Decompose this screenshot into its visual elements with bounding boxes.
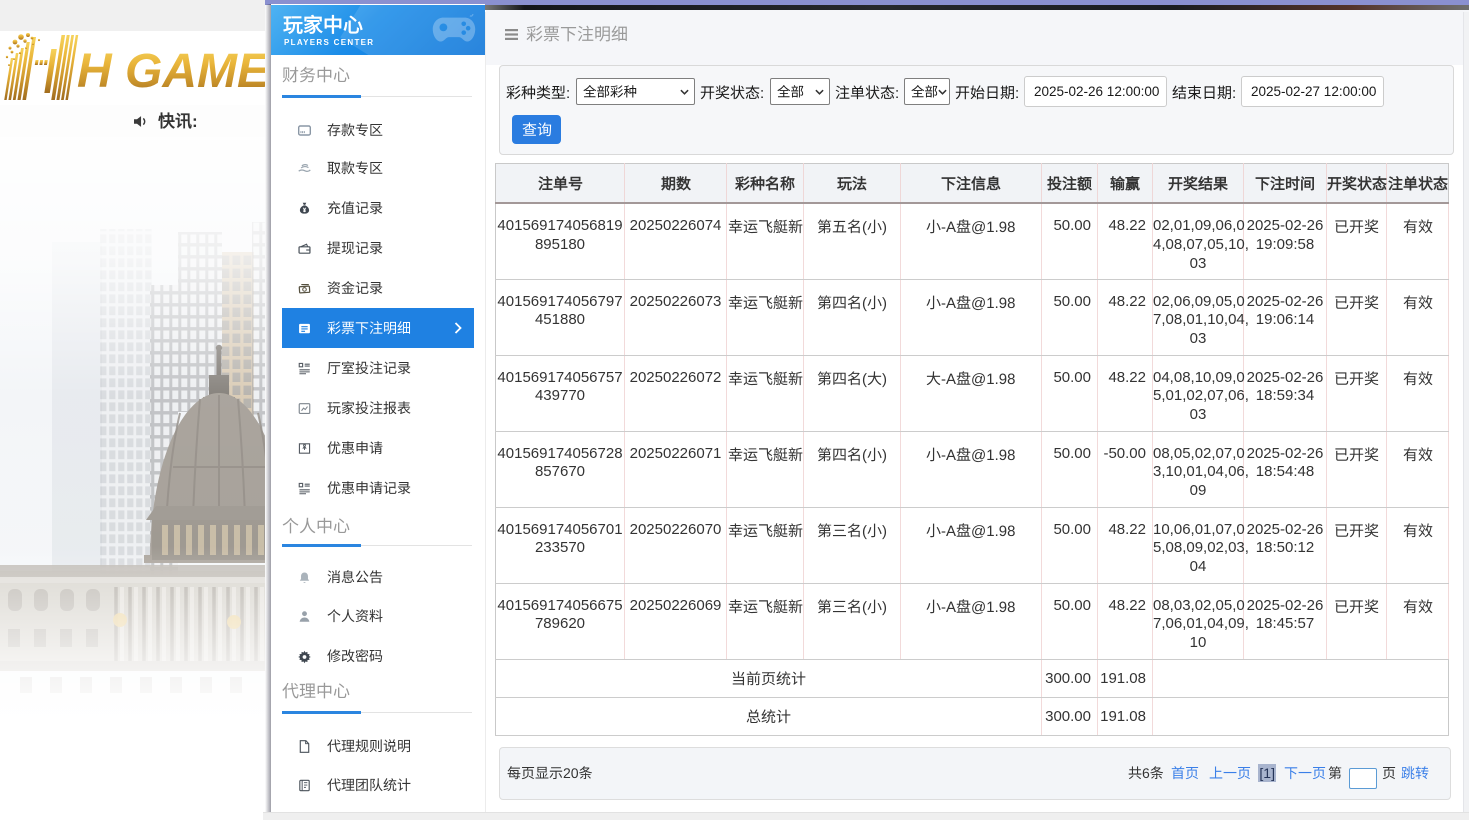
- svg-text:H GAME: H GAME: [77, 45, 265, 98]
